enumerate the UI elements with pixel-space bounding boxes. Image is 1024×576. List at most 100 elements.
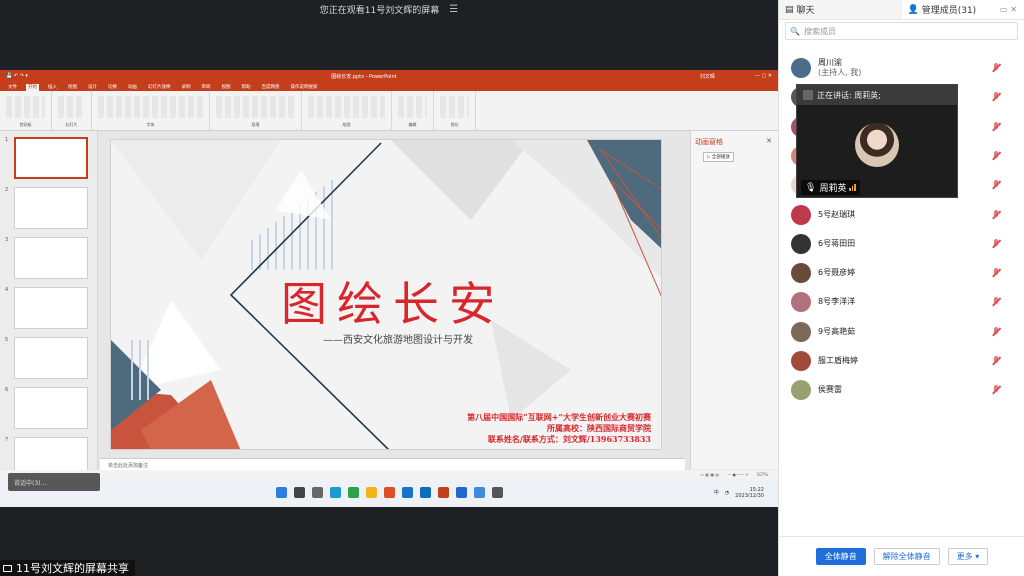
chat-icon[interactable] [330, 487, 341, 498]
ribbon-tab[interactable]: 动画 [126, 84, 139, 91]
active-speaker-window[interactable]: 正在讲话: 周莉英; 🎙 周莉英 [796, 84, 958, 198]
member-row[interactable]: 服工盾梅婷 [791, 350, 1017, 372]
ribbon-tab[interactable]: 操作说明搜索 [289, 84, 320, 91]
app-icon-3[interactable] [492, 487, 503, 498]
search-placeholder: 搜索成员 [803, 26, 836, 36]
ribbon-group[interactable]: 字体 [92, 91, 210, 130]
powerpoint-icon[interactable] [438, 487, 449, 498]
member-row[interactable]: 5号赵瑞琪 [791, 204, 1017, 226]
ribbon-group-label: 编辑 [408, 122, 417, 127]
view-buttons[interactable]: ▭ ▦ ▣ ▤ [700, 472, 719, 477]
more-button[interactable]: 更多 ▾ [947, 548, 989, 565]
tab-members[interactable]: 👤 管理成员(31) ▭✕ [901, 0, 1024, 19]
mic-muted-icon[interactable] [991, 92, 1001, 102]
member-row[interactable]: 侯赛雷 [791, 379, 1017, 401]
app-icon[interactable] [384, 487, 395, 498]
window-controls[interactable]: — ▢ ✕ [755, 73, 772, 79]
ribbon-tab[interactable]: 幻灯片放映 [146, 84, 173, 91]
member-row[interactable]: 周川渝 (主持人, 我) [791, 57, 1017, 79]
member-row[interactable]: 6号聂彦婷 [791, 262, 1017, 284]
ribbon-tab[interactable]: 切换 [106, 84, 119, 91]
slide-thumbnail[interactable] [14, 237, 88, 279]
ribbon-group-icons[interactable] [398, 96, 427, 118]
tray-language[interactable]: 中 [714, 489, 719, 496]
mic-muted-icon[interactable] [991, 150, 1001, 161]
zoom-level[interactable]: 107% [757, 472, 768, 477]
store-icon[interactable] [402, 487, 413, 498]
notes-field[interactable]: 单击此处添加备注 [100, 458, 685, 470]
mic-muted-icon[interactable] [991, 180, 1001, 190]
ribbon-tabs: 文件 开始 插入 绘图 设计 切换 动画 幻灯片放映 录制 审阅 视图 帮助 百度网盘 操作说明搜索 [0, 82, 778, 91]
search-icon[interactable] [294, 487, 305, 498]
ribbon-group[interactable]: 保存 [434, 91, 476, 130]
ribbon-group-icons[interactable] [216, 96, 295, 118]
meeting-icon[interactable] [456, 487, 467, 498]
member-row[interactable]: 6号蒋田田 [791, 233, 1017, 255]
thumb-number: 4 [5, 287, 9, 293]
ribbon-group[interactable]: 段落 [210, 91, 302, 130]
edge-icon[interactable] [348, 487, 359, 498]
app-icon-2[interactable] [474, 487, 485, 498]
slide-thumbnail[interactable] [14, 137, 88, 179]
task-view-icon[interactable] [312, 487, 323, 498]
mic-muted-icon[interactable] [991, 209, 1001, 220]
ribbon-group[interactable]: 剪贴板 [0, 91, 52, 130]
panel-window-controls[interactable]: ▭✕ [1000, 5, 1020, 14]
mail-icon[interactable] [420, 487, 431, 498]
ribbon-group-icons[interactable] [98, 96, 203, 118]
slide-thumbnail[interactable] [14, 387, 88, 429]
speaker-header: 正在讲话: 周莉英; [797, 85, 957, 105]
mic-muted-icon[interactable] [991, 238, 1001, 249]
slide-thumbnail[interactable] [14, 187, 88, 229]
mic-muted-icon[interactable] [991, 63, 1001, 73]
taskbar-clock[interactable]: 15:22 2023/12/30 [735, 487, 764, 499]
windows-start-icon[interactable] [276, 487, 287, 498]
ribbon-tab[interactable]: 插入 [46, 84, 59, 91]
ribbon-tab[interactable]: 录制 [180, 84, 193, 91]
ribbon-tab[interactable]: 文件 [6, 84, 19, 91]
mic-muted-icon[interactable] [991, 385, 1001, 395]
avatar [791, 204, 811, 225]
ribbon-tab[interactable]: 百度网盘 [260, 84, 282, 91]
menu-icon[interactable]: ☰ [449, 4, 458, 15]
ribbon-group[interactable]: 绘图 [302, 91, 392, 130]
thumb-number: 5 [5, 337, 9, 343]
member-search-input[interactable]: 🔍 搜索成员 [785, 22, 1018, 40]
ribbon-group-icons[interactable] [440, 96, 469, 118]
ribbon-group[interactable]: 编辑 [392, 91, 434, 130]
tab-chat[interactable]: ▤ 聊天 [779, 0, 902, 19]
ribbon-tab[interactable]: 审阅 [200, 84, 213, 91]
member-row[interactable]: 9号高艳茹 [791, 321, 1017, 343]
ppt-user[interactable]: 刘文辉 [700, 73, 715, 80]
slide-canvas[interactable]: 图绘长安 ——西安文化旅游地图设计与开发 第八届中国国际“互联网+”大学生创新创… [110, 139, 662, 450]
slide-thumbnail[interactable] [14, 287, 88, 329]
mic-muted-icon[interactable] [991, 356, 1001, 366]
thumb-number: 3 [5, 237, 9, 243]
mute-all-button[interactable]: 全体静音 [815, 548, 866, 565]
mic-muted-icon[interactable] [991, 268, 1001, 278]
ribbon-group-icons[interactable] [308, 96, 385, 118]
quick-access-icons[interactable]: 💾 ↶ ↷ ▾ [6, 73, 28, 79]
ribbon-tab[interactable]: 帮助 [240, 84, 253, 91]
ribbon-tab[interactable]: 设计 [86, 84, 99, 91]
mic-muted-icon[interactable] [991, 121, 1001, 132]
slide-info-line: 第八届中国国际“互联网+”大学生创新创业大赛初赛 [467, 412, 651, 422]
unmute-all-button[interactable]: 解除全体静音 [873, 548, 940, 565]
play-all-button[interactable]: ▷ 全部播放 [703, 152, 734, 162]
mic-muted-icon[interactable] [991, 297, 1001, 307]
slide-thumbnail[interactable] [14, 337, 88, 379]
ribbon-tab[interactable]: 视图 [220, 84, 233, 91]
folder-icon[interactable] [366, 487, 377, 498]
ribbon-tab[interactable]: 开始 [26, 84, 39, 91]
mic-muted-icon[interactable] [991, 326, 1001, 337]
ribbon-group[interactable]: 幻灯片 [52, 91, 92, 130]
slide-info-line: 联系姓名/联系方式：刘文辉/13963733833 [487, 434, 651, 444]
ribbon-tab[interactable]: 绘图 [66, 84, 79, 91]
ribbon-group-icons[interactable] [6, 96, 45, 118]
member-row[interactable]: 8号李洋洋 [791, 291, 1017, 313]
wifi-icon[interactable]: ◔ [725, 490, 729, 496]
zoom-slider[interactable]: — ●—— + [727, 472, 748, 477]
close-icon[interactable]: ✕ [766, 137, 772, 145]
ppt-workarea: 1234567 图绘长安 ——西安文化旅游地图设计与开发 第八届中国国际“互联网… [0, 131, 778, 479]
ribbon-group-icons[interactable] [58, 96, 85, 118]
